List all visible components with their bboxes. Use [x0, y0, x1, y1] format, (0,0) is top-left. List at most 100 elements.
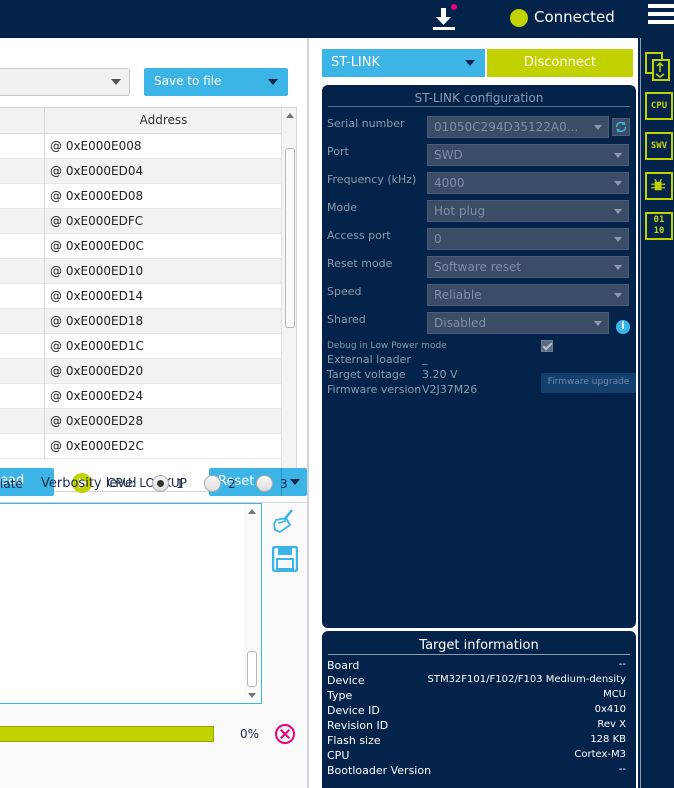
cpu-nav-button[interactable]: CPU [645, 92, 673, 120]
cancel-icon[interactable] [275, 724, 295, 744]
panel-title: ST-LINK configuration [414, 91, 544, 105]
log-scrollbar[interactable] [244, 504, 260, 703]
chevron-down-icon[interactable] [290, 479, 300, 485]
verbosity-radio-2[interactable] [204, 475, 221, 492]
chevron-down-icon [111, 79, 121, 85]
address-cell: @ 0xE000ED28 [50, 414, 144, 428]
column-header-address[interactable]: Address [46, 113, 281, 127]
disconnect-button[interactable]: Disconnect [487, 49, 633, 77]
debug-low-power-label: Debug in Low Power mode [327, 341, 447, 351]
chevron-down-icon[interactable] [268, 79, 278, 85]
table-row[interactable]: @ 0xE000ED2C [0, 434, 281, 459]
reset-mode-select[interactable]: Software reset [427, 256, 629, 278]
panel-splitter[interactable] [307, 38, 309, 788]
firmware-version-label: Firmware version [327, 383, 422, 396]
scrollbar-thumb[interactable] [247, 651, 257, 687]
save-to-file-label: Save to file [154, 74, 222, 88]
mode-select[interactable]: Hot plug [427, 200, 629, 222]
hamburger-menu-icon[interactable] [648, 4, 674, 30]
reset-label: Reset [218, 474, 255, 489]
chevron-down-icon [614, 293, 622, 298]
verbosity-radio-3[interactable] [256, 475, 273, 492]
table-body: @ 0xE000E008 @ 0xE000ED04 @ 0xE000ED08 @… [0, 134, 281, 459]
shared-select[interactable]: Disabled [427, 312, 609, 334]
firmware-upgrade-button[interactable]: Firmware upgrade [541, 373, 636, 393]
chevron-down-icon [614, 237, 622, 242]
access-port-select[interactable]: 0 [427, 228, 629, 250]
panel-title: Target information [419, 638, 539, 653]
table-row[interactable]: @ 0xE000ED1C [0, 334, 281, 359]
progress-bar [0, 726, 214, 742]
serial-number-label: Serial number [327, 117, 405, 130]
table-row[interactable]: @ 0xE000ED04 [0, 159, 281, 184]
scrollbar-thumb[interactable] [285, 148, 295, 328]
frequency-select[interactable]: 4000 [427, 172, 629, 194]
chevron-down-icon [614, 265, 622, 270]
speed-select[interactable]: Reliable [427, 284, 629, 306]
swv-nav-button[interactable]: SWV [645, 132, 673, 160]
speed-label: Speed [327, 285, 362, 298]
table-scrollbar[interactable] [281, 108, 296, 491]
target-voltage-value: 3.20 V [422, 368, 458, 381]
debug-low-power-checkbox[interactable] [541, 340, 553, 352]
table-header: Address [0, 108, 281, 134]
address-cell: @ 0xE000ED2C [50, 439, 144, 453]
download-icon[interactable] [429, 4, 459, 34]
clear-log-icon[interactable] [272, 508, 296, 534]
chevron-down-icon [614, 153, 622, 158]
table-row[interactable]: @ 0xE000ED10 [0, 259, 281, 284]
frequency-label: Frequency (kHz) [327, 173, 417, 186]
probe-selector[interactable]: ST-LINK [322, 49, 485, 77]
verbosity-label: Verbosity level [41, 476, 137, 491]
target-information-panel: Target information Board -- Device STM32F1… [322, 631, 636, 788]
log-output[interactable] [0, 503, 262, 704]
bug-icon[interactable] [645, 172, 673, 200]
serial-number-select[interactable]: 01050C294D35122A0... [427, 116, 609, 138]
verbosity-radio-3-label: 3 [280, 477, 288, 491]
table-row[interactable]: @ 0xE000EDFC [0, 209, 281, 234]
verbosity-radio-2-label: 2 [228, 477, 236, 491]
address-cell: @ 0xE000ED24 [50, 389, 144, 403]
table-row[interactable]: @ 0xE000ED08 [0, 184, 281, 209]
port-select[interactable]: SWD [427, 144, 629, 166]
scroll-up-icon[interactable] [248, 509, 256, 514]
progress-percent: 0% [240, 727, 260, 741]
table-row[interactable]: @ 0xE000E008 [0, 134, 281, 159]
stlink-configuration-panel: ST-LINK configuration Serial number 0105… [322, 85, 636, 628]
table-row[interactable]: @ 0xE000ED24 [0, 384, 281, 409]
address-cell: @ 0xE000ED18 [50, 314, 144, 328]
info-icon[interactable]: i [616, 320, 630, 334]
top-bar: Connected [0, 0, 674, 38]
scroll-down-icon[interactable] [248, 693, 256, 698]
connection-status-text: Connected [534, 8, 615, 26]
address-cell: @ 0xE000ED04 [50, 164, 144, 178]
table-row[interactable]: @ 0xE000ED0C [0, 234, 281, 259]
target-voltage-label: Target voltage [327, 368, 406, 381]
refresh-icon[interactable] [612, 118, 630, 136]
column-header-name[interactable] [0, 108, 45, 134]
address-cell: @ 0xE000ED10 [50, 264, 144, 278]
verbosity-radio-1[interactable] [152, 475, 169, 492]
chevron-down-icon [594, 321, 602, 326]
table-row[interactable]: @ 0xE000ED28 [0, 409, 281, 434]
shared-label: Shared [327, 313, 366, 326]
address-cell: @ 0xE000ED20 [50, 364, 144, 378]
address-cell: @ 0xE000E008 [50, 139, 142, 153]
save-to-file-button[interactable]: Save to file [144, 68, 288, 96]
table-row[interactable]: @ 0xE000ED14 [0, 284, 281, 309]
address-cell: @ 0xE000ED08 [50, 189, 144, 203]
binary-nav-button[interactable]: 01 10 [645, 212, 673, 240]
table-row[interactable]: @ 0xE000ED20 [0, 359, 281, 384]
device-memory-icon[interactable] [645, 52, 671, 82]
verbosity-radio-1-label: 1 [176, 477, 184, 491]
address-cell: @ 0xE000EDFC [50, 214, 144, 228]
memory-view-selector[interactable] [0, 68, 130, 96]
chevron-down-icon [614, 209, 622, 214]
update-label: late [0, 477, 23, 491]
access-port-label: Access port [327, 229, 391, 242]
mode-label: Mode [327, 201, 357, 214]
table-row[interactable]: @ 0xE000ED18 [0, 309, 281, 334]
save-log-icon[interactable] [272, 546, 298, 572]
scroll-up-icon[interactable] [286, 113, 294, 118]
external-loader-label: External loader [327, 353, 411, 366]
